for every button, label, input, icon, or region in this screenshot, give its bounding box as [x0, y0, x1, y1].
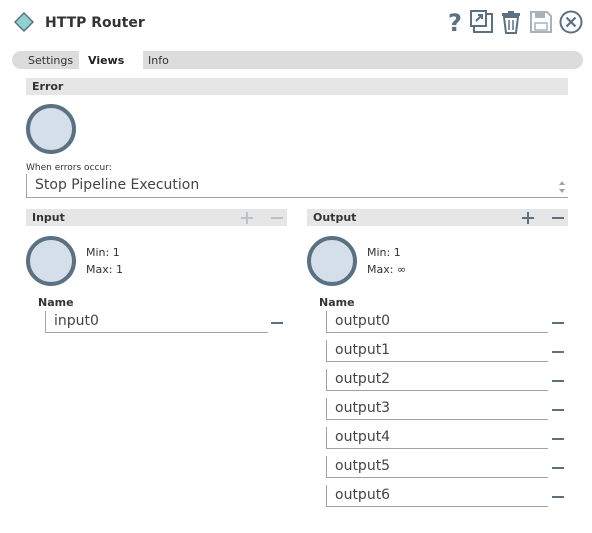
output-section-title: Output — [313, 211, 357, 224]
remove-output-view-button[interactable] — [551, 490, 565, 504]
output-view-value: output4 — [335, 429, 391, 445]
dialog-header: HTTP Router ? — [0, 0, 592, 46]
remove-input-button[interactable] — [270, 211, 284, 225]
add-input-button[interactable] — [240, 211, 254, 225]
svg-text:?: ? — [448, 9, 462, 35]
delete-icon[interactable] — [498, 9, 524, 35]
input-view-value: input0 — [54, 313, 99, 329]
remove-output-view-button[interactable] — [551, 461, 565, 475]
remove-output-button[interactable] — [551, 211, 565, 225]
input-view-field[interactable]: input0 — [45, 311, 268, 333]
output-max: Max: ∞ — [367, 263, 407, 276]
tab-settings[interactable]: Settings — [28, 51, 73, 69]
dialog-title: HTTP Router — [45, 15, 145, 31]
tab-views[interactable]: Views — [79, 51, 143, 69]
output-view-field[interactable]: output1 — [326, 340, 548, 362]
input-max: Max: 1 — [86, 263, 123, 276]
remove-output-view-button[interactable] — [551, 345, 565, 359]
export-icon[interactable] — [469, 9, 495, 35]
remove-output-view-button[interactable] — [551, 403, 565, 417]
when-errors-label: When errors occur: — [26, 163, 112, 173]
output-view-value: output5 — [335, 458, 391, 474]
output-view-field[interactable]: output5 — [326, 456, 548, 478]
output-view-value: output6 — [335, 487, 391, 503]
output-view-field[interactable]: output2 — [326, 369, 548, 391]
input-name-label: Name — [38, 296, 74, 309]
output-view-value: output3 — [335, 400, 391, 416]
error-section-title: Error — [32, 80, 64, 93]
output-view-value: output2 — [335, 371, 391, 387]
close-icon[interactable] — [558, 9, 584, 35]
diamond-snap-icon — [13, 11, 35, 33]
remove-output-view-button[interactable] — [551, 374, 565, 388]
error-behavior-value: Stop Pipeline Execution — [35, 177, 200, 193]
tab-bar: Settings Views Info — [12, 51, 583, 69]
input-view-circle — [26, 236, 76, 286]
input-section-title: Input — [32, 211, 65, 224]
save-icon[interactable] — [528, 9, 554, 35]
output-view-field[interactable]: output4 — [326, 427, 548, 449]
error-section-header: Error — [26, 78, 568, 95]
remove-output-view-button[interactable] — [551, 316, 565, 330]
output-view-value: output1 — [335, 342, 391, 358]
output-view-field[interactable]: output3 — [326, 398, 548, 420]
output-view-field[interactable]: output0 — [326, 311, 548, 333]
output-view-value: output0 — [335, 313, 391, 329]
remove-output-view-button[interactable] — [551, 432, 565, 446]
remove-input-view-button[interactable] — [270, 316, 284, 330]
input-min: Min: 1 — [86, 246, 120, 259]
help-icon[interactable]: ? — [442, 9, 468, 35]
add-output-button[interactable] — [521, 211, 535, 225]
output-view-field[interactable]: output6 — [326, 485, 548, 507]
error-view-circle — [26, 104, 76, 154]
tab-info[interactable]: Info — [148, 51, 169, 69]
error-behavior-select[interactable]: Stop Pipeline Execution — [26, 174, 568, 198]
select-arrows-icon — [558, 179, 566, 193]
output-name-label: Name — [319, 296, 355, 309]
output-min: Min: 1 — [367, 246, 401, 259]
output-view-circle — [307, 236, 357, 286]
